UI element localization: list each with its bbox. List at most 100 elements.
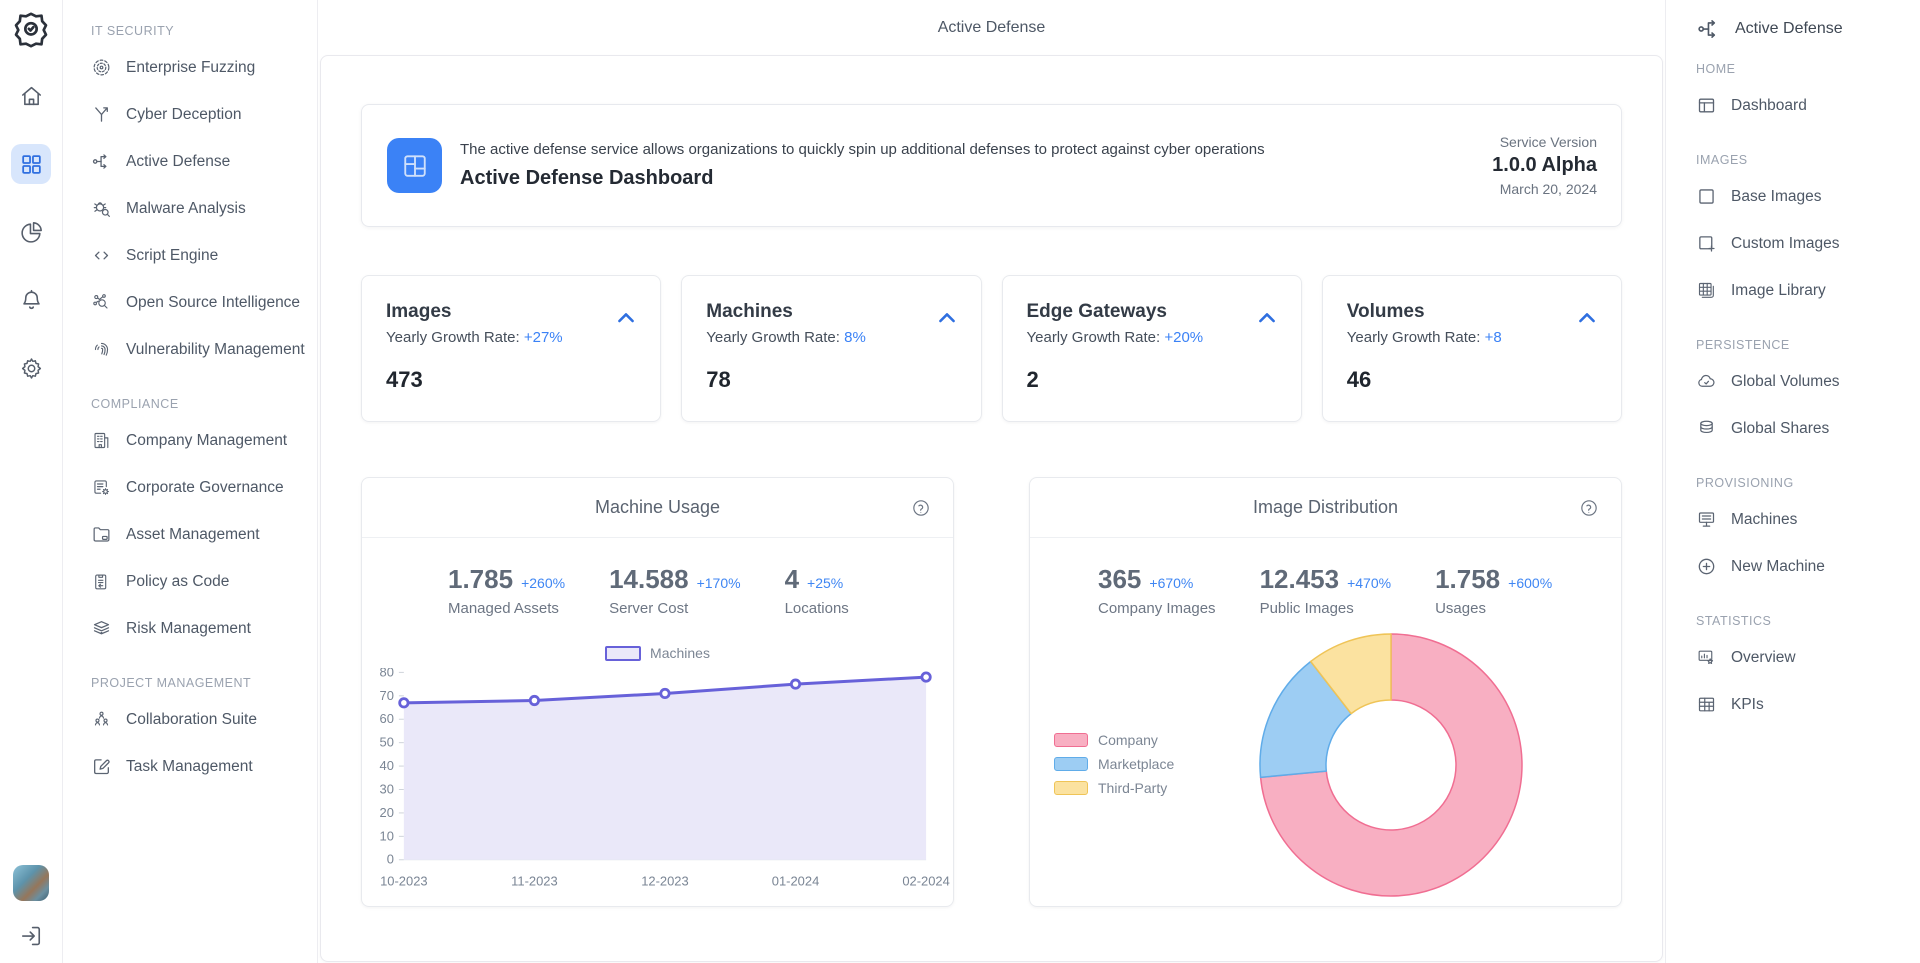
service-version-label: Service Version: [1492, 134, 1597, 150]
folder-icon: [91, 524, 112, 545]
flow-icon: [1696, 16, 1722, 42]
chart-window-icon: [1696, 647, 1717, 668]
sidebar-item-task-management[interactable]: Task Management: [91, 743, 307, 790]
machine-usage-card: Machine Usage 1.785+260%Managed Assets14…: [361, 477, 954, 907]
home-icon: [19, 84, 44, 109]
rail-item-gear[interactable]: [11, 348, 51, 388]
flow-icon: [91, 151, 112, 172]
right-sidebar-header: Active Defense: [1696, 16, 1910, 42]
sidebar-item-label: Overview: [1731, 649, 1796, 667]
section-label-statistics: STATISTICS: [1696, 590, 1910, 634]
circle-plus-icon: [1696, 556, 1717, 577]
donut-chart: [1256, 630, 1526, 900]
stat-value: 78: [706, 367, 956, 393]
rail-item-bell[interactable]: [11, 280, 51, 320]
stat-growth: Yearly Growth Rate: +8: [1347, 329, 1597, 346]
chart-legend: CompanyMarketplaceThird-Party: [1054, 732, 1174, 804]
section-label-compliance: COMPLIANCE: [91, 373, 307, 417]
service-version-date: March 20, 2024: [1492, 181, 1597, 197]
image-distribution-card: Image Distribution 365+670%Company Image…: [1029, 477, 1622, 907]
square-plus-icon: [1696, 233, 1717, 254]
sidebar-item-machines[interactable]: Machines: [1696, 496, 1910, 543]
chevron-up-icon[interactable]: [935, 306, 959, 330]
chevron-up-icon[interactable]: [1575, 306, 1599, 330]
svg-text:10-2023: 10-2023: [380, 874, 427, 889]
section-label-home: HOME: [1696, 52, 1910, 82]
doc-gear-icon: [91, 477, 112, 498]
chevron-up-icon[interactable]: [614, 306, 638, 330]
stat-value: 473: [386, 367, 636, 393]
sidebar-item-vulnerability-management[interactable]: Vulnerability Management: [91, 326, 307, 373]
chart-stat-company-images: 365+670%Company Images: [1098, 564, 1216, 630]
sidebar-item-open-source-intelligence[interactable]: Open Source Intelligence: [91, 279, 307, 326]
sidebar-item-asset-management[interactable]: Asset Management: [91, 511, 307, 558]
edit-icon: [91, 756, 112, 777]
sidebar-item-new-machine[interactable]: New Machine: [1696, 543, 1910, 590]
right-sidebar-title: Active Defense: [1735, 20, 1843, 38]
rail-item-home[interactable]: [11, 76, 51, 116]
help-icon[interactable]: [911, 498, 931, 518]
sidebar-item-kpis[interactable]: KPIs: [1696, 681, 1910, 728]
sidebar-item-cyber-deception[interactable]: Cyber Deception: [91, 91, 307, 138]
sidebar-item-risk-management[interactable]: Risk Management: [91, 605, 307, 652]
rail-item-apps[interactable]: [11, 144, 51, 184]
chevron-up-icon[interactable]: [1255, 306, 1279, 330]
sidebar-item-overview[interactable]: Overview: [1696, 634, 1910, 681]
svg-text:70: 70: [380, 688, 394, 703]
sidebar-item-label: Policy as Code: [126, 573, 229, 591]
svg-text:50: 50: [380, 735, 394, 750]
svg-text:11-2023: 11-2023: [511, 874, 558, 889]
sidebar-item-enterprise-fuzzing[interactable]: Enterprise Fuzzing: [91, 44, 307, 91]
svg-text:80: 80: [380, 668, 394, 679]
stat-cards-row: ImagesYearly Growth Rate: +27%473Machine…: [361, 275, 1622, 422]
sidebar-item-global-shares[interactable]: Global Shares: [1696, 405, 1910, 452]
right-sidebar: Active Defense HOMEDashboardIMAGESBase I…: [1665, 0, 1920, 963]
sidebar-item-label: Base Images: [1731, 188, 1821, 206]
main-area: Active Defense The active defense servic…: [318, 0, 1665, 963]
sidebar-item-label: KPIs: [1731, 696, 1764, 714]
banner-description: The active defense service allows organi…: [460, 141, 1474, 158]
stat-value: 46: [1347, 367, 1597, 393]
sidebar-item-base-images[interactable]: Base Images: [1696, 173, 1910, 220]
pie-chart-icon: [19, 220, 44, 245]
bell-icon: [19, 288, 44, 313]
legend-item-third-party: Third-Party: [1054, 780, 1174, 796]
sidebar-item-company-management[interactable]: Company Management: [91, 417, 307, 464]
sidebar-item-collaboration-suite[interactable]: Collaboration Suite: [91, 696, 307, 743]
sidebar-item-policy-as-code[interactable]: Policy as Code: [91, 558, 307, 605]
svg-text:40: 40: [380, 758, 394, 773]
table-icon: [1696, 694, 1717, 715]
legend-item-marketplace: Marketplace: [1054, 756, 1174, 772]
sidebar-item-custom-images[interactable]: Custom Images: [1696, 220, 1910, 267]
sidebar-item-active-defense[interactable]: Active Defense: [91, 138, 307, 185]
sidebar-item-label: Global Volumes: [1731, 373, 1840, 391]
sidebar-item-malware-analysis[interactable]: Malware Analysis: [91, 185, 307, 232]
sidebar-item-dashboard[interactable]: Dashboard: [1696, 82, 1910, 129]
chart-stat-managed-assets: 1.785+260%Managed Assets: [448, 564, 565, 630]
user-avatar[interactable]: [13, 865, 49, 901]
grid-stack-icon: [1696, 280, 1717, 301]
shield-check-icon: [11, 10, 51, 50]
database-icon: [1696, 418, 1717, 439]
split-icon: [91, 104, 112, 125]
logout-icon[interactable]: [18, 923, 44, 949]
bug-search-icon: [91, 198, 112, 219]
sidebar-item-label: Malware Analysis: [126, 200, 246, 218]
sidebar-item-label: Machines: [1731, 511, 1797, 529]
sidebar-item-label: Active Defense: [126, 153, 230, 171]
rail-item-pie-chart[interactable]: [11, 212, 51, 252]
sidebar-item-corporate-governance[interactable]: Corporate Governance: [91, 464, 307, 511]
sidebar-item-script-engine[interactable]: Script Engine: [91, 232, 307, 279]
sidebar-item-image-library[interactable]: Image Library: [1696, 267, 1910, 314]
stat-card-title: Edge Gateways: [1027, 301, 1277, 323]
sidebar-item-global-volumes[interactable]: Global Volumes: [1696, 358, 1910, 405]
chart-stat-public-images: 12.453+470%Public Images: [1260, 564, 1392, 630]
page-title: Active Defense: [318, 0, 1665, 55]
stat-card-title: Images: [386, 301, 636, 323]
sidebar-item-label: Asset Management: [126, 526, 260, 544]
help-icon[interactable]: [1579, 498, 1599, 518]
sidebar-item-label: Open Source Intelligence: [126, 294, 300, 312]
stat-card-images: ImagesYearly Growth Rate: +27%473: [361, 275, 661, 422]
svg-text:01-2024: 01-2024: [772, 874, 819, 889]
sidebar-item-label: Dashboard: [1731, 97, 1807, 115]
